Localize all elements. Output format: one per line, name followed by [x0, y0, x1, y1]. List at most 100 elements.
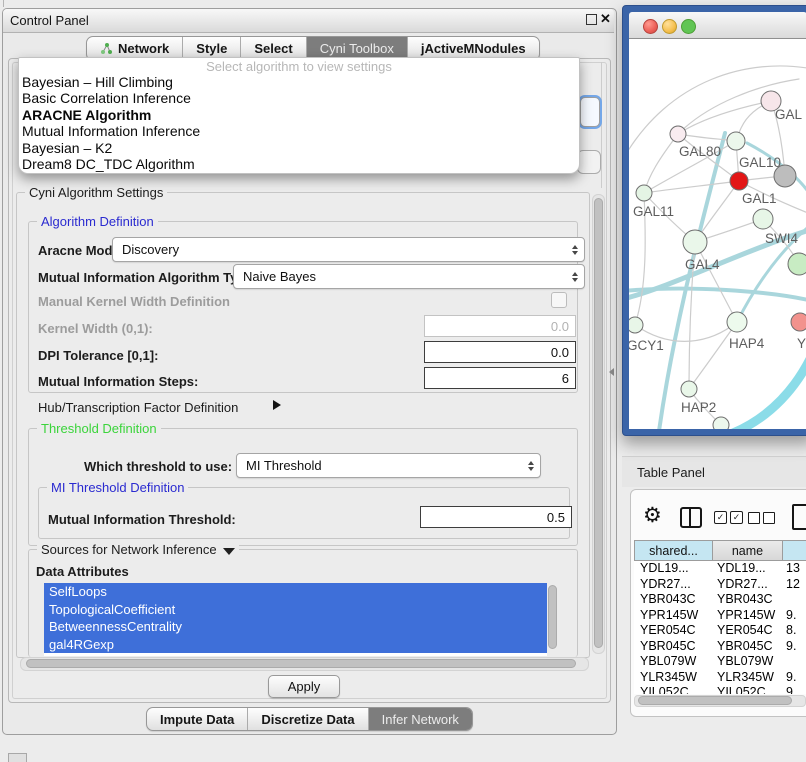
- table-cell: 13: [780, 561, 806, 577]
- stepper-arrows-icon: [572, 245, 578, 255]
- network-node-swi4[interactable]: [753, 209, 773, 229]
- algorithm-combobox-fragment[interactable]: [580, 97, 600, 127]
- threshold-definition-title: Threshold Definition: [37, 421, 161, 436]
- table-row[interactable]: YLR345WYLR345W9.: [634, 670, 806, 686]
- bottom-tab-discretize-data[interactable]: Discretize Data: [247, 708, 367, 730]
- attributes-scrollbar[interactable]: [547, 583, 557, 655]
- attributes-scrollbar-thumb[interactable]: [548, 585, 557, 649]
- bottom-tab-impute-data[interactable]: Impute Data: [147, 708, 247, 730]
- network-node-gal80[interactable]: [670, 126, 686, 142]
- table-row[interactable]: YBR043CYBR043C: [634, 592, 806, 608]
- table-panel-titlebar: Table Panel: [622, 456, 806, 487]
- table-row[interactable]: YPR145WYPR145W9.: [634, 608, 806, 624]
- attribute-item[interactable]: BetweennessCentrality: [44, 618, 547, 636]
- split-pane-collapse-handle[interactable]: [609, 368, 614, 376]
- expand-arrow-icon[interactable]: [273, 400, 281, 410]
- apply-button[interactable]: Apply: [268, 675, 340, 698]
- aracne-mode-combobox[interactable]: Discovery: [112, 237, 585, 262]
- algorithm-dropdown-hint: Select algorithm to view settings: [19, 58, 579, 74]
- bottom-tabs: Impute DataDiscretize DataInfer Network: [146, 707, 473, 731]
- table-cell: YIL052C: [711, 685, 780, 694]
- network-graph: GALGAL80GAL10GAL1GAL11SWI4GAL4GCY1HAP4YH…: [629, 39, 806, 429]
- algorithm-option[interactable]: Bayesian – K2: [19, 140, 579, 156]
- network-node-hap2[interactable]: [681, 381, 697, 397]
- table-row[interactable]: YBR045CYBR045C9.: [634, 639, 806, 655]
- bottom-tab-infer-network[interactable]: Infer Network: [368, 708, 472, 730]
- settings-horizontal-scrollbar[interactable]: [20, 657, 589, 671]
- network-node-gal11[interactable]: [636, 185, 652, 201]
- algorithm-option[interactable]: Dream8 DC_TDC Algorithm: [19, 156, 579, 172]
- dpi-tolerance-field[interactable]: 0.0: [424, 341, 576, 363]
- column-header-name[interactable]: name: [713, 540, 783, 561]
- deselect-all-columns-icon[interactable]: [748, 512, 775, 524]
- column-layout-icon[interactable]: [680, 507, 702, 528]
- network-node[interactable]: [713, 417, 729, 429]
- network-canvas[interactable]: GALGAL80GAL10GAL1GAL11SWI4GAL4GCY1HAP4YH…: [629, 39, 806, 429]
- mi-algorithm-type-combobox[interactable]: Naive Bayes: [233, 264, 585, 289]
- attribute-item[interactable]: TopologicalCoefficient: [44, 601, 547, 619]
- mi-threshold-field[interactable]: 0.5: [420, 506, 572, 528]
- algorithm-option[interactable]: Mutual Information Inference: [19, 123, 579, 139]
- network-node-label: GAL: [775, 107, 803, 122]
- table-cell: 8.: [780, 623, 806, 639]
- table-horizontal-scrollbar-thumb[interactable]: [638, 696, 792, 705]
- network-node-label: GAL80: [679, 144, 721, 159]
- close-icon[interactable]: ✕: [600, 11, 611, 27]
- network-edge: [689, 322, 737, 389]
- table-horizontal-scrollbar[interactable]: [634, 695, 806, 707]
- tab-label: Network: [118, 41, 169, 56]
- table-row[interactable]: YDR27...YDR27...12: [634, 577, 806, 593]
- table-cell: 9.: [780, 670, 806, 686]
- tab-label: jActiveMNodules: [421, 41, 526, 56]
- table-row[interactable]: YBL079WYBL079W: [634, 654, 806, 670]
- network-node[interactable]: [788, 253, 806, 275]
- network-node[interactable]: [774, 165, 796, 187]
- network-node-gcy1[interactable]: [629, 317, 643, 333]
- algorithm-dropdown: Select algorithm to view settings Bayesi…: [18, 57, 580, 174]
- table-cell: YIL052C: [634, 685, 711, 694]
- settings-vertical-scrollbar-thumb[interactable]: [594, 198, 603, 648]
- minimize-traffic-light[interactable]: [662, 19, 677, 34]
- table-header: shared... name A: [634, 540, 806, 561]
- table-cell: YLR345W: [711, 670, 780, 686]
- table-row[interactable]: YER054CYER054C8.: [634, 623, 806, 639]
- attribute-item[interactable]: SelfLoops: [44, 583, 547, 601]
- document-icon[interactable]: [792, 504, 806, 530]
- network-node-gal4[interactable]: [683, 230, 707, 254]
- float-window-icon[interactable]: [586, 14, 597, 25]
- table-row[interactable]: YIL052CYIL052C9.: [634, 685, 806, 694]
- algorithm-option[interactable]: Basic Correlation Inference: [19, 90, 579, 106]
- table-cell: YBL079W: [634, 654, 711, 670]
- mi-threshold-label: Mutual Information Threshold:: [48, 512, 236, 527]
- mi-algorithm-type-label: Mutual Information Algorithm Type:: [38, 270, 257, 285]
- gear-icon[interactable]: ⚙: [643, 503, 662, 528]
- network-node-label: GAL4: [685, 257, 720, 272]
- which-threshold-combobox[interactable]: MI Threshold: [236, 453, 541, 478]
- column-header-partial[interactable]: A: [783, 540, 806, 561]
- data-attributes-label: Data Attributes: [36, 564, 129, 579]
- network-node-gal1[interactable]: [730, 172, 748, 190]
- manual-kernel-width-checkbox[interactable]: [551, 292, 567, 308]
- table-cell: 9.: [780, 685, 806, 694]
- network-node-gal10[interactable]: [727, 132, 745, 150]
- table-row[interactable]: YDL19...YDL19...13: [634, 561, 806, 577]
- close-traffic-light[interactable]: [643, 19, 658, 34]
- mi-steps-field[interactable]: 6: [424, 367, 576, 389]
- select-all-columns-icon[interactable]: ✓✓: [714, 511, 743, 524]
- settings-vertical-scrollbar[interactable]: [592, 194, 605, 654]
- collapse-arrow-icon[interactable]: [223, 548, 235, 555]
- algorithm-definition-title: Algorithm Definition: [37, 214, 158, 229]
- table-body: YDL19...YDL19...13YDR27...YDR27...12YBR0…: [634, 561, 806, 694]
- network-node-y[interactable]: [791, 313, 806, 331]
- algorithm-option[interactable]: ARACNE Algorithm: [19, 107, 579, 123]
- kernel-width-field[interactable]: 0.0: [424, 315, 576, 337]
- network-window-titlebar: [629, 12, 806, 39]
- table-cell: YER054C: [711, 623, 780, 639]
- settings-horizontal-scrollbar-thumb[interactable]: [26, 659, 576, 668]
- attribute-item[interactable]: gal4RGexp: [44, 636, 547, 654]
- network-node-hap4[interactable]: [727, 312, 747, 332]
- data-attributes-list: SelfLoopsTopologicalCoefficientBetweenne…: [44, 583, 547, 656]
- column-header-shared-name[interactable]: shared...: [634, 540, 713, 561]
- algorithm-option[interactable]: Bayesian – Hill Climbing: [19, 74, 579, 90]
- zoom-traffic-light[interactable]: [681, 19, 696, 34]
